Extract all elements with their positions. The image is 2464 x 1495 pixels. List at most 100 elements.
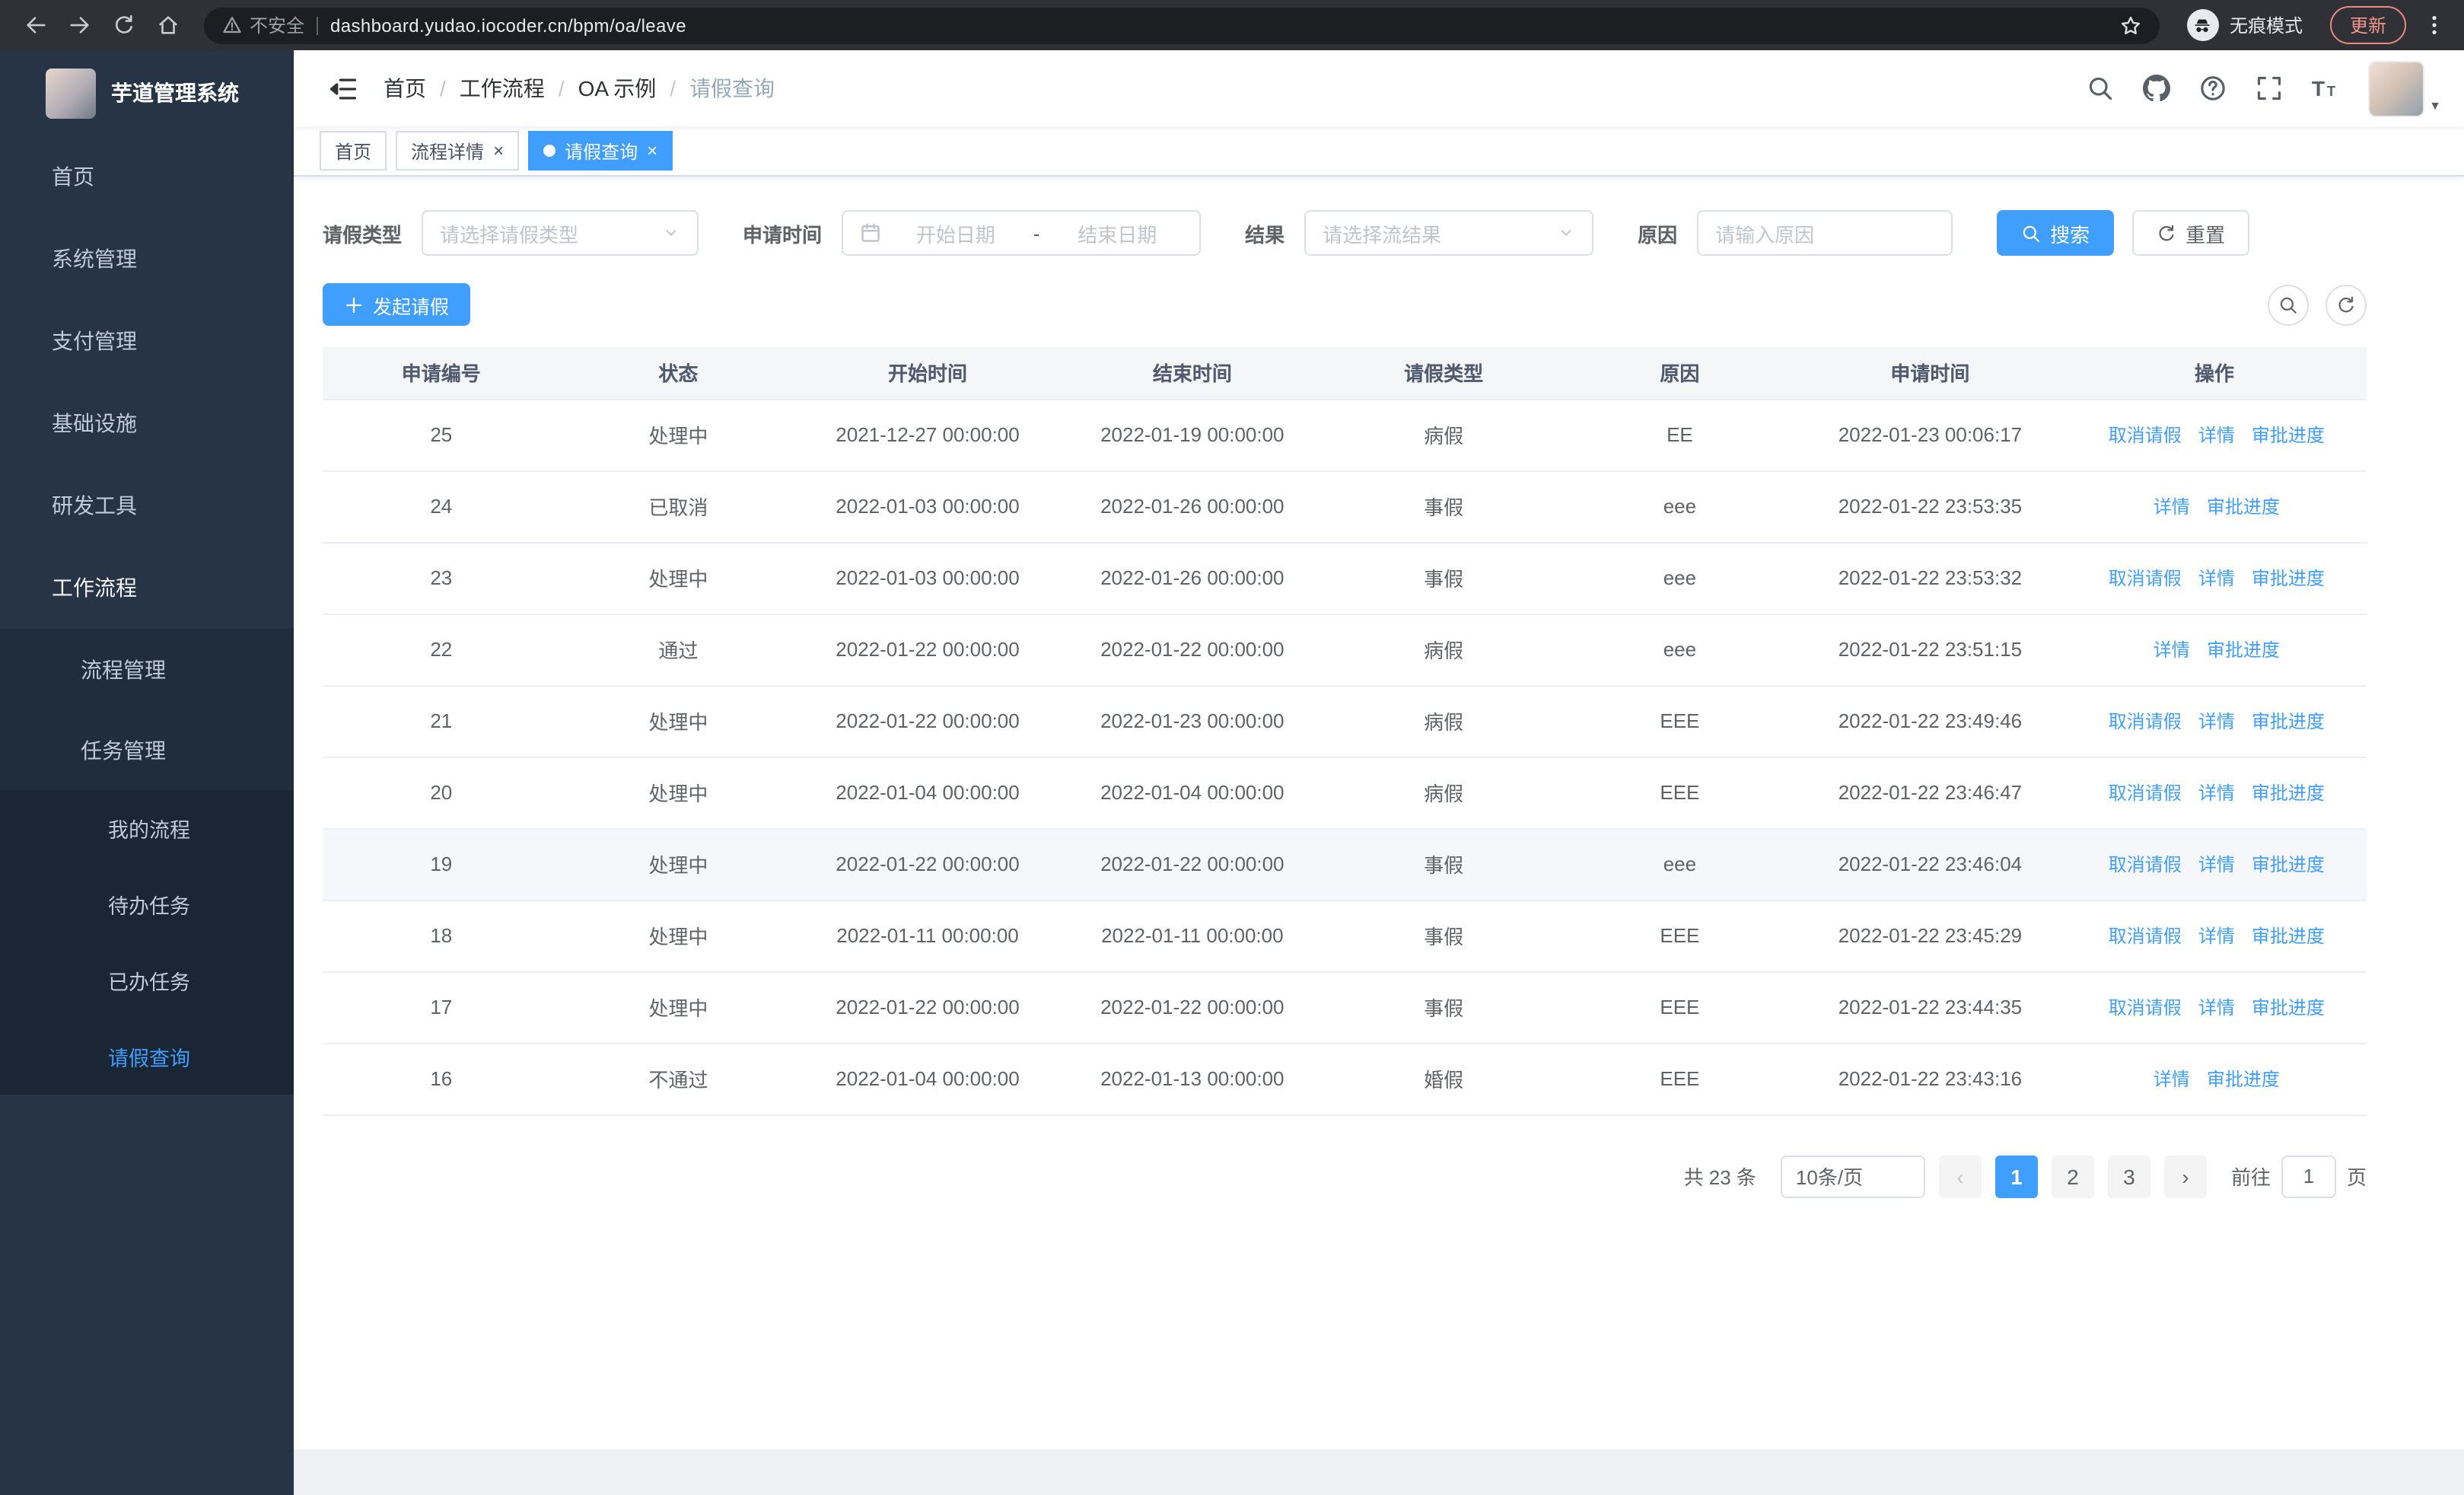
app-header: 首页 / 工作流程 / OA 示例 / 请假查询 TT ▼: [294, 50, 2464, 126]
tab-leave-query[interactable]: 请假查询 ×: [528, 131, 673, 171]
cell-applied: 2022-01-22 23:46:04: [1798, 828, 2062, 901]
page-button-3[interactable]: 3: [2107, 1155, 2150, 1197]
leave-type-select[interactable]: 请选择请假类型: [422, 210, 699, 256]
cancel-link[interactable]: 取消请假: [2104, 422, 2182, 464]
detail-link[interactable]: 详情: [2194, 851, 2235, 890]
page-button-2[interactable]: 2: [2051, 1155, 2094, 1197]
leave-type-placeholder: 请选择请假类型: [440, 223, 579, 246]
progress-link[interactable]: 审批进度: [2247, 708, 2325, 749]
cell-status: 处理中: [559, 685, 797, 757]
cancel-link[interactable]: 取消请假: [2104, 994, 2182, 1037]
detail-link[interactable]: 详情: [2194, 422, 2235, 461]
fullscreen-icon[interactable]: [2255, 75, 2283, 102]
browser-refresh-icon[interactable]: [103, 5, 143, 45]
security-warning[interactable]: 不安全: [222, 12, 304, 38]
detail-link[interactable]: 详情: [2149, 1066, 2190, 1105]
next-page-button[interactable]: ›: [2163, 1155, 2207, 1197]
detail-link[interactable]: 详情: [2194, 923, 2235, 961]
browser-home-icon[interactable]: [148, 5, 187, 45]
column-header: 申请编号: [323, 347, 560, 400]
sidebar-item-home[interactable]: 首页: [0, 135, 294, 218]
page-size-select[interactable]: 10条/页: [1780, 1155, 1929, 1199]
sidebar-item-payment-management[interactable]: ¥支付管理: [0, 300, 294, 382]
table-search-toggle-icon[interactable]: [2268, 284, 2309, 325]
breadcrumb-item[interactable]: 工作流程: [460, 73, 545, 104]
sidebar-item-system-management[interactable]: 系统管理: [0, 218, 294, 300]
prev-page-button[interactable]: ‹: [1938, 1155, 1982, 1197]
filter-reason: 原因 请输入原因: [1638, 210, 1953, 256]
table-row: 16 不通过 2022-01-04 00:00:00 2022-01-13 00:00…: [323, 1043, 2367, 1115]
address-bar[interactable]: 不安全 dashboard.yudao.iocoder.cn/bpm/oa/le…: [204, 7, 2160, 43]
detail-link[interactable]: 详情: [2194, 779, 2235, 818]
cancel-link[interactable]: 取消请假: [2104, 565, 2182, 607]
create-leave-button[interactable]: 发起请假: [323, 283, 471, 326]
cell-start: 2022-01-22 00:00:00: [797, 614, 1059, 686]
detail-link[interactable]: 详情: [2194, 565, 2235, 604]
progress-link[interactable]: 审批进度: [2247, 923, 2325, 964]
sidebar-item-dev-tools[interactable]: 研发工具: [0, 464, 294, 547]
cancel-link[interactable]: 取消请假: [2104, 779, 2182, 822]
search-icon: [2021, 223, 2041, 243]
header-search-icon[interactable]: [2087, 75, 2114, 102]
progress-link[interactable]: 审批进度: [2247, 422, 2325, 463]
github-icon[interactable]: [2143, 75, 2171, 102]
browser-forward-icon[interactable]: [59, 5, 99, 45]
reset-button[interactable]: 重置: [2132, 210, 2250, 256]
progress-link[interactable]: 审批进度: [2202, 493, 2280, 534]
date-range-picker[interactable]: 开始日期 - 结束日期: [842, 210, 1202, 256]
browser-update-button[interactable]: 更新: [2329, 6, 2406, 44]
cell-status: 处理中: [559, 399, 797, 471]
close-tab-icon[interactable]: ×: [493, 142, 504, 160]
progress-link[interactable]: 审批进度: [2247, 779, 2325, 821]
progress-link[interactable]: 审批进度: [2247, 565, 2325, 606]
cancel-link[interactable]: 取消请假: [2104, 708, 2182, 751]
sidebar-item-workflow[interactable]: 工作流程: [0, 547, 294, 629]
cell-reason: eee: [1561, 828, 1799, 901]
pagination: 共 23 条 10条/页 ‹ 123 › 前往 页: [323, 1155, 2367, 1199]
filter-buttons: 搜索 重置: [1997, 210, 2250, 256]
user-menu[interactable]: ▼: [2368, 60, 2441, 116]
detail-link[interactable]: 详情: [2149, 493, 2190, 532]
detail-link[interactable]: 详情: [2194, 708, 2235, 747]
sidebar-item-process-management[interactable]: 流程管理: [0, 629, 294, 709]
cancel-link[interactable]: 取消请假: [2104, 923, 2182, 965]
cell-reason: EEE: [1561, 757, 1799, 829]
table-row: 23 处理中 2022-01-03 00:00:00 2022-01-26 00:00…: [323, 542, 2367, 614]
progress-link[interactable]: 审批进度: [2247, 994, 2325, 1035]
goto-page-input[interactable]: [2281, 1155, 2336, 1197]
sidebar-collapse-icon[interactable]: [329, 74, 358, 103]
bookmark-star-icon[interactable]: [2120, 14, 2141, 36]
detail-link[interactable]: 详情: [2194, 994, 2235, 1033]
progress-link[interactable]: 审批进度: [2202, 1066, 2280, 1107]
tab-home[interactable]: 首页: [320, 131, 387, 171]
calendar-icon: [860, 222, 881, 244]
sidebar-item-task-management[interactable]: 任务管理: [0, 709, 294, 790]
font-size-icon[interactable]: TT: [2312, 75, 2339, 102]
sidebar-item-todo-tasks[interactable]: 待办任务: [0, 866, 294, 942]
filter-leave-type: 请假类型 请选择请假类型: [323, 210, 699, 256]
reason-input[interactable]: 请输入原因: [1697, 210, 1953, 256]
browser-menu-icon[interactable]: [2418, 5, 2449, 45]
cell-type: 事假: [1326, 900, 1561, 972]
help-icon[interactable]: [2199, 75, 2227, 102]
page-button-1[interactable]: 1: [1994, 1155, 2038, 1197]
table-refresh-icon[interactable]: [2326, 284, 2367, 325]
result-select[interactable]: 请选择流结果: [1304, 210, 1594, 256]
tab-process-detail[interactable]: 流程详情 ×: [396, 131, 520, 171]
progress-link[interactable]: 审批进度: [2247, 851, 2325, 892]
cell-start: 2021-12-27 00:00:00: [797, 399, 1059, 471]
tab-label: 首页: [335, 141, 372, 162]
breadcrumb-item[interactable]: 首页: [384, 73, 426, 104]
sidebar-item-infrastructure[interactable]: 基础设施: [0, 382, 294, 464]
cancel-link[interactable]: 取消请假: [2104, 851, 2182, 894]
cell-status: 通过: [559, 614, 797, 686]
sidebar-item-done-tasks[interactable]: 已办任务: [0, 942, 294, 1018]
sidebar-item-my-process[interactable]: 我的流程: [0, 790, 294, 866]
progress-link[interactable]: 审批进度: [2202, 636, 2280, 677]
browser-back-icon[interactable]: [15, 5, 55, 45]
search-button[interactable]: 搜索: [1997, 210, 2115, 256]
detail-link[interactable]: 详情: [2149, 636, 2190, 675]
breadcrumb-item[interactable]: OA 示例: [578, 73, 657, 104]
sidebar-item-leave-query[interactable]: 请假查询: [0, 1018, 294, 1095]
close-tab-icon[interactable]: ×: [647, 142, 657, 160]
